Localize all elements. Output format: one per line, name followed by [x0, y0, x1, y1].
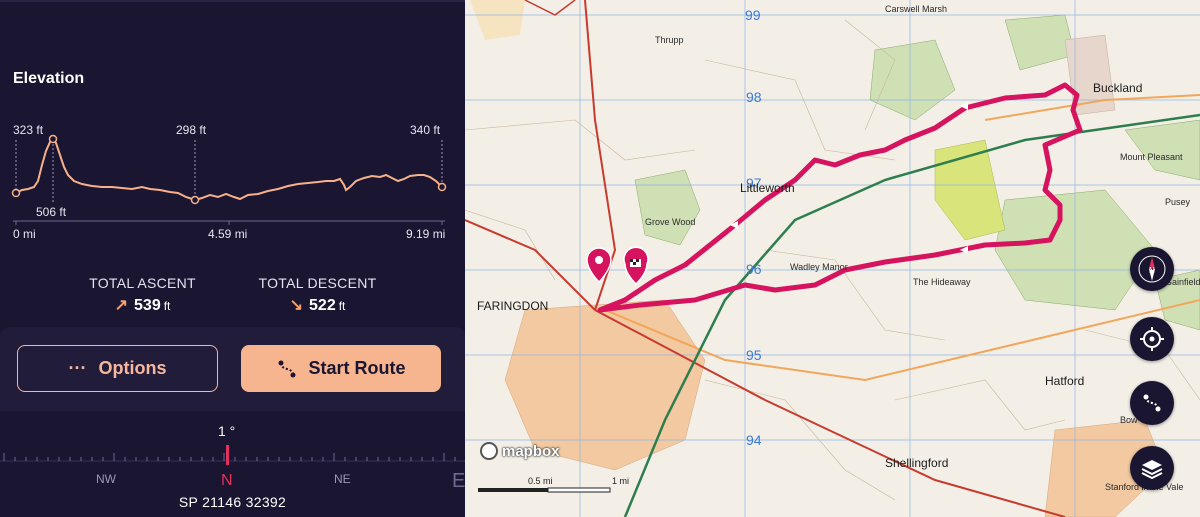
- place-mount-pleasant: Mount Pleasant: [1120, 152, 1183, 162]
- place-wadley-manor: Wadley Manor: [790, 262, 848, 272]
- layers-button[interactable]: [1130, 446, 1174, 490]
- mapbox-attribution[interactable]: mapbox: [480, 442, 560, 460]
- elev-start-label: 323 ft: [13, 123, 44, 137]
- locate-button[interactable]: [1130, 317, 1174, 361]
- place-carswell-marsh: Carswell Marsh: [885, 4, 947, 14]
- elev-low-marker: [190, 195, 200, 205]
- map-view[interactable]: 99 98 97 96 95 94 FARINGDON Buckland Hat…: [465, 0, 1200, 517]
- mapbox-wordmark: mapbox: [502, 442, 560, 460]
- compass-label-n: N: [221, 472, 233, 489]
- svg-text:N: N: [1149, 266, 1155, 275]
- grid-num-98: 98: [746, 89, 762, 105]
- scale-bar: 0.5 mi 1 mi: [478, 476, 629, 493]
- x-tick-mid: 4.59 mi: [208, 227, 247, 241]
- map-canvas[interactable]: 99 98 97 96 95 94 FARINGDON Buckland Hat…: [465, 0, 1200, 517]
- grid-num-95: 95: [746, 347, 762, 363]
- start-route-button[interactable]: Start Route: [241, 345, 441, 392]
- ascent-label: TOTAL ASCENT: [89, 275, 196, 291]
- elevation-title: Elevation: [13, 70, 85, 87]
- elev-end-label: 340 ft: [410, 123, 441, 137]
- more-dots-icon: ···: [68, 358, 87, 378]
- compass-strip: 1 ° NW N NE E SP 21146 32392: [0, 411, 465, 517]
- grid-num-96: 96: [746, 261, 762, 277]
- elevation-profile-line: [15, 137, 443, 202]
- place-pusey: Pusey: [1165, 197, 1191, 207]
- elev-start-marker: [11, 188, 21, 198]
- total-ascent: TOTAL ASCENT ↗ 539 ft: [70, 275, 215, 315]
- scale-label-half: 0.5 mi: [528, 476, 553, 486]
- elev-mid-label: 298 ft: [176, 123, 207, 137]
- compass-rose-icon: N: [1138, 255, 1166, 283]
- total-descent: TOTAL DESCENT ↘ 522 ft: [240, 275, 395, 315]
- place-buckland: Buckland: [1093, 81, 1142, 95]
- elev-end-marker: [437, 182, 447, 192]
- scale-label-one: 1 mi: [612, 476, 629, 486]
- route-stats: TOTAL ASCENT ↗ 539 ft TOTAL DESCENT ↘ 522 ft: [0, 275, 465, 325]
- compass-needle: [226, 445, 229, 465]
- place-hatford: Hatford: [1045, 374, 1084, 388]
- place-the-hideaway: The Hideaway: [913, 277, 971, 287]
- place-faringdon: FARINGDON: [477, 299, 548, 313]
- compass-label-e: E: [452, 470, 465, 492]
- descent-arrow-icon: ↘: [289, 297, 304, 314]
- descent-label: TOTAL DESCENT: [258, 275, 377, 291]
- compass-label-nw: NW: [96, 472, 117, 486]
- place-thrupp: Thrupp: [655, 35, 684, 45]
- mapbox-logo-icon: [480, 442, 498, 460]
- action-bar: ··· Options Start Route: [0, 327, 465, 411]
- layers-icon: [1141, 460, 1163, 480]
- options-button[interactable]: ··· Options: [17, 345, 218, 392]
- bearing-readout: 1 °: [218, 423, 236, 439]
- route-overview-button[interactable]: [1130, 381, 1174, 425]
- compass-label-ne: NE: [334, 472, 351, 486]
- start-route-label: Start Route: [308, 358, 406, 378]
- x-tick-start: 0 mi: [13, 227, 36, 241]
- elevation-chart: 323 ft 298 ft 340 ft 506 ft 0 mi 4.59 mi…: [11, 123, 447, 241]
- ascent-unit: ft: [163, 299, 171, 313]
- panel-divider: [0, 0, 465, 2]
- descent-unit: ft: [338, 299, 346, 313]
- grid-num-99: 99: [745, 7, 761, 23]
- descent-value: 522: [309, 297, 336, 314]
- ascent-value: 539: [134, 297, 161, 314]
- grid-reference: SP 21146 32392: [178, 494, 287, 510]
- ascent-arrow-icon: ↗: [114, 297, 129, 314]
- route-panel: Elevation 323 ft 298 ft 340 ft 506 ft 0 …: [0, 0, 465, 517]
- crosshair-icon: [1140, 327, 1164, 351]
- grid-num-94: 94: [746, 432, 762, 448]
- place-grove-wood: Grove Wood: [645, 217, 695, 227]
- route-icon: [1143, 394, 1161, 412]
- elev-peak-label: 506 ft: [36, 205, 67, 219]
- x-tick-end: 9.19 mi: [406, 227, 445, 241]
- route-icon: [278, 360, 296, 377]
- options-label: Options: [98, 358, 167, 378]
- place-littleworth: Littleworth: [740, 181, 795, 195]
- place-shellingford: Shellingford: [885, 456, 948, 470]
- elev-peak-marker: [48, 134, 58, 144]
- compass-button[interactable]: N: [1130, 247, 1174, 291]
